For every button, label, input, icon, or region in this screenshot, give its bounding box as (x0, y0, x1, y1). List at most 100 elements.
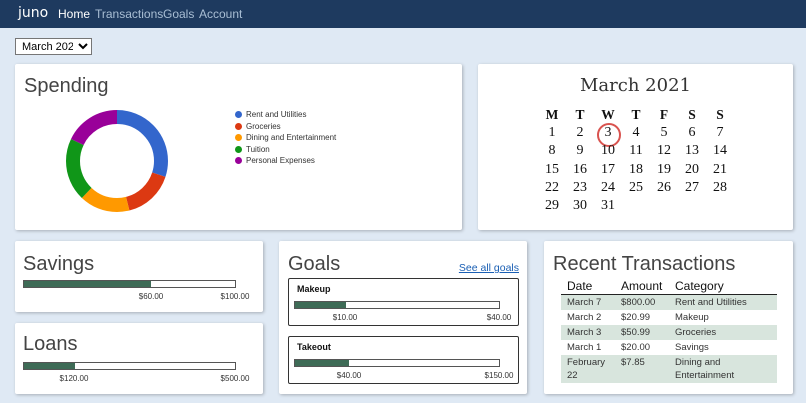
legend-item: Groceries (235, 121, 336, 133)
legend-label: Groceries (246, 121, 281, 131)
calendar-day[interactable]: 19 (650, 161, 678, 179)
calendar-day[interactable]: 21 (706, 161, 734, 179)
tx-amount: $800.00 (615, 294, 669, 310)
legend-dot-icon (235, 111, 242, 118)
top-navbar: juno Home Transactions Goals Account (0, 0, 806, 28)
table-header-row: Date Amount Category (561, 280, 777, 295)
goal-target: $150.00 (484, 371, 514, 380)
calendar-weekday-header: M (545, 107, 559, 122)
calendar-day[interactable]: 17 (594, 161, 622, 179)
legend-dot-icon (235, 122, 242, 130)
calendar-day[interactable]: 2 (566, 124, 594, 142)
calendar-day[interactable]: 13 (678, 142, 706, 160)
spending-title: Spending (24, 75, 109, 97)
calendar-day[interactable]: 16 (566, 161, 594, 179)
calendar-grid: M T W T F S S 1 2 3 4 5 6 7 8 9 10 11 12 13 14 15 16 17 18 19 20 21… (538, 106, 734, 215)
nav-transactions[interactable]: Transactions (95, 7, 163, 21)
legend-item: Personal Expenses (235, 155, 336, 167)
spending-legend: Rent and Utilities Groceries Dining and … (235, 109, 336, 167)
goal-current: $10.00 (332, 313, 358, 322)
calendar-day[interactable]: 27 (678, 179, 706, 197)
calendar-day[interactable]: 4 (622, 124, 650, 142)
nav-goals[interactable]: Goals (163, 7, 194, 21)
calendar-day-today[interactable]: 3 (594, 123, 622, 148)
table-row[interactable]: March 2 $20.99 Makeup (561, 310, 777, 325)
legend-label: Personal Expenses (246, 156, 315, 165)
calendar-weekday-header: F (659, 107, 669, 122)
calendar-weekday-header: S (716, 107, 724, 122)
calendar-day[interactable]: 15 (538, 161, 566, 179)
goal-progress-bar (294, 359, 500, 367)
calendar-day[interactable]: 22 (538, 179, 566, 197)
tx-amount: $20.00 (621, 342, 651, 353)
month-select[interactable]: March 2021 (15, 38, 92, 55)
tx-category: Savings (675, 342, 709, 353)
table-row[interactable]: March 7 $800.00 Rent and Utilities (561, 294, 777, 310)
tx-amount: $20.99 (621, 312, 651, 323)
nav-home[interactable]: Home (58, 7, 90, 21)
calendar-weekday-header: S (688, 107, 696, 122)
legend-item: Rent and Utilities (235, 109, 336, 121)
savings-progress-bar (23, 280, 236, 288)
legend-label: Tuition (246, 144, 270, 154)
legend-item: Dining and Entertainment (235, 132, 336, 144)
calendar-day[interactable]: 24 (594, 179, 622, 197)
see-all-goals-link[interactable]: See all goals (459, 262, 519, 274)
savings-card: Savings $60.00 $100.00 (15, 241, 263, 312)
table-row[interactable]: March 1 $20.00 Savings (561, 340, 777, 355)
savings-target: $100.00 (220, 292, 250, 301)
brand-logo[interactable]: juno (18, 5, 48, 21)
calendar-day[interactable]: 6 (678, 124, 706, 142)
table-row[interactable]: March 3 $50.99 Groceries (561, 325, 777, 340)
goal-target: $40.00 (486, 313, 512, 322)
transactions-card: Recent Transactions Date Amount Category… (544, 241, 793, 394)
tx-category: Groceries (669, 325, 777, 340)
calendar-day[interactable]: 9 (566, 142, 594, 160)
legend-dot-icon (235, 145, 242, 153)
loans-card: Loans $120.00 $500.00 (15, 323, 263, 394)
calendar-day[interactable]: 18 (622, 161, 650, 179)
calendar-day[interactable]: 8 (538, 142, 566, 160)
calendar-card: March 2021 M T W T F S S 1 2 3 4 5 6 7 8 9 10 11 12 13 14 15 1… (478, 64, 793, 230)
legend-item: Tuition (235, 144, 336, 156)
calendar-day[interactable]: 1 (538, 124, 566, 142)
calendar-day[interactable]: 28 (706, 179, 734, 197)
column-header-category: Category (669, 280, 777, 295)
goal-progress-bar (294, 301, 500, 309)
spending-card: Spending Rent and Utilities Groceries Di… (15, 64, 462, 230)
column-header-amount: Amount (615, 280, 669, 295)
savings-current: $60.00 (138, 292, 164, 301)
calendar-day[interactable]: 30 (566, 197, 594, 215)
goals-card: Goals See all goals Makeup $10.00 $40.00… (279, 241, 527, 394)
calendar-day[interactable]: 23 (566, 179, 594, 197)
calendar-day[interactable]: 7 (706, 124, 734, 142)
goal-name: Takeout (297, 342, 331, 352)
legend-dot-icon (235, 134, 242, 141)
calendar-day[interactable]: 20 (678, 161, 706, 179)
goal-current: $40.00 (336, 371, 362, 380)
calendar-day[interactable]: 25 (622, 179, 650, 197)
calendar-weekday-header: T (575, 107, 585, 122)
savings-progress-fill (24, 281, 151, 287)
tx-date: March 3 (561, 325, 615, 340)
loans-progress-bar (23, 362, 236, 370)
calendar-day[interactable]: 26 (650, 179, 678, 197)
tx-date: February 22 (561, 355, 615, 383)
loans-progress-fill (24, 363, 75, 369)
calendar-day[interactable]: 5 (650, 124, 678, 142)
calendar-day[interactable]: 10 (594, 142, 622, 160)
transactions-title: Recent Transactions (553, 253, 736, 275)
goal-item-takeout[interactable]: Takeout $40.00 $150.00 (288, 336, 519, 384)
nav-account[interactable]: Account (199, 7, 242, 21)
calendar-day[interactable]: 31 (594, 197, 622, 215)
column-header-date: Date (561, 280, 615, 295)
table-row[interactable]: February 22 $7.85 Dining and Entertainme… (561, 355, 777, 383)
calendar-day[interactable]: 11 (622, 142, 650, 160)
tx-amount: $7.85 (615, 355, 669, 383)
loans-current: $120.00 (59, 374, 89, 383)
calendar-day[interactable]: 12 (650, 142, 678, 160)
tx-date: March 7 (561, 294, 615, 310)
calendar-day[interactable]: 14 (706, 142, 734, 160)
calendar-day[interactable]: 29 (538, 197, 566, 215)
goal-item-makeup[interactable]: Makeup $10.00 $40.00 (288, 278, 519, 326)
